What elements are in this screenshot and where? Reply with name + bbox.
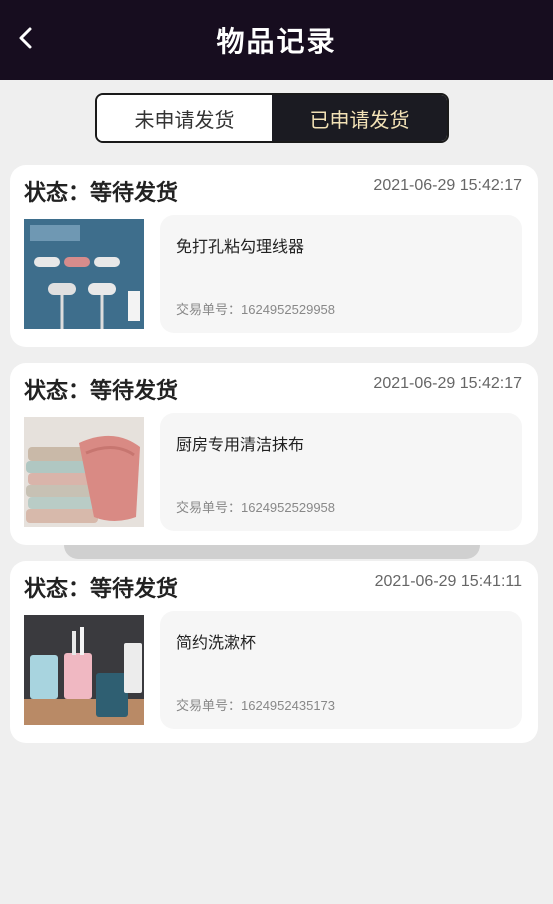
page-title: 物品记录 — [216, 25, 337, 58]
product-image-cable-clip — [24, 219, 144, 329]
shipping-tab-switch: 未申请发货 已申请发货 — [95, 93, 449, 143]
record-card[interactable]: 状态：等待发货 2021-06-29 15:42:17 免打孔粘勾理线器 交易单… — [10, 165, 538, 347]
order-label: 交易单号： — [176, 302, 242, 317]
timestamp: 2021-06-29 15:42:17 — [373, 177, 522, 194]
item-detail-box: 简约洗漱杯 交易单号：1624952435173 — [160, 611, 522, 729]
timestamp: 2021-06-29 15:42:17 — [373, 375, 522, 392]
back-button[interactable] — [8, 22, 44, 58]
chevron-left-icon — [17, 26, 35, 54]
divider-shadow — [64, 545, 480, 559]
order-number: 交易单号：1624952529958 — [176, 497, 335, 516]
status-label: 状态：等待发货 — [24, 181, 179, 206]
tab-requested[interactable]: 已申请发货 — [272, 95, 447, 141]
product-image-cleaning-cloth — [24, 417, 144, 527]
record-card[interactable]: 状态：等待发货 2021-06-29 15:41:11 简约洗漱杯 交易单号：1… — [10, 561, 538, 743]
order-value: 1624952529958 — [241, 500, 336, 515]
order-value: 1624952435173 — [241, 698, 336, 713]
tab-not-requested[interactable]: 未申请发货 — [97, 95, 272, 141]
top-nav-bar: 物品记录 — [0, 0, 553, 80]
product-image-cups — [24, 615, 144, 725]
order-number: 交易单号：1624952529958 — [176, 299, 335, 318]
item-detail-box: 免打孔粘勾理线器 交易单号：1624952529958 — [160, 215, 522, 333]
item-detail-box: 厨房专用清洁抹布 交易单号：1624952529958 — [160, 413, 522, 531]
order-number: 交易单号：1624952435173 — [176, 695, 335, 714]
item-name: 厨房专用清洁抹布 — [176, 435, 305, 454]
order-label: 交易单号： — [176, 698, 242, 713]
item-name: 简约洗漱杯 — [176, 633, 257, 652]
status-label: 状态：等待发货 — [24, 577, 179, 602]
item-name: 免打孔粘勾理线器 — [176, 237, 305, 256]
order-label: 交易单号： — [176, 500, 242, 515]
order-value: 1624952529958 — [241, 302, 336, 317]
record-card[interactable]: 状态：等待发货 2021-06-29 15:42:17 厨房专用清洁抹布 交易单… — [10, 363, 538, 545]
status-label: 状态：等待发货 — [24, 379, 179, 404]
timestamp: 2021-06-29 15:41:11 — [374, 573, 522, 590]
